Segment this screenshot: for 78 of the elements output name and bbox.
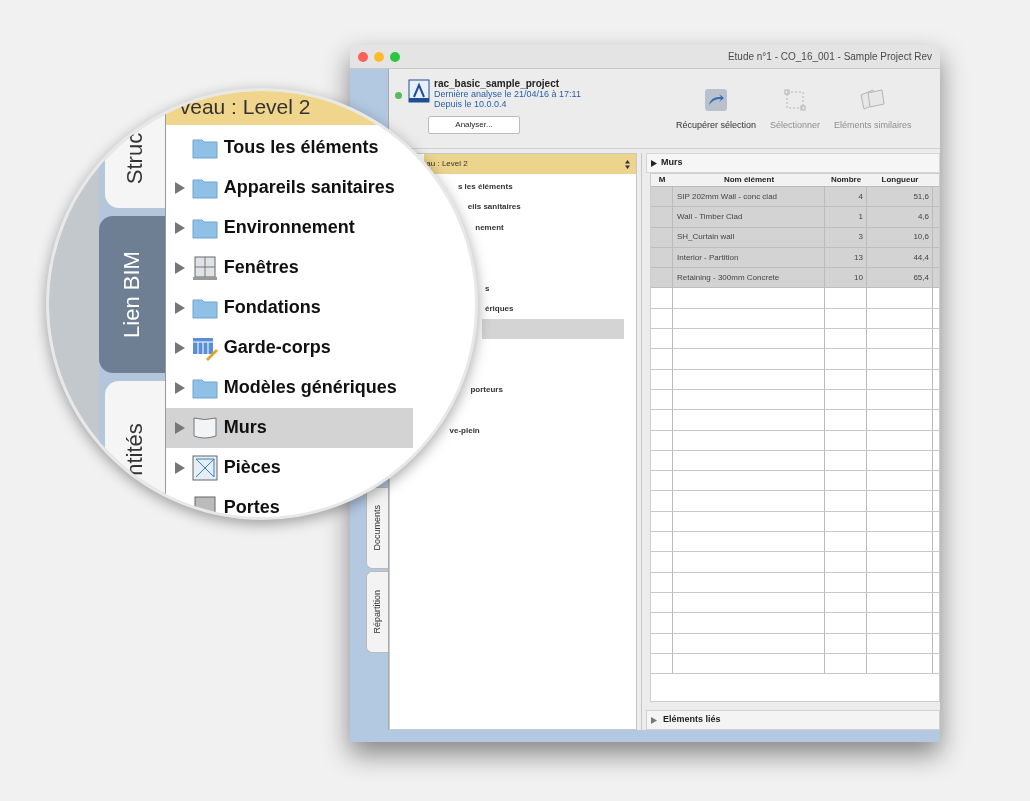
side-tab[interactable]: Documents [366,487,388,569]
tree-row[interactable] [482,319,624,340]
expand-triangle-icon [174,461,185,474]
document-icon [408,79,430,103]
folder-icon [191,136,218,159]
toolbar-button[interactable]: Récupérer sélection [676,87,757,133]
close-button[interactable] [358,51,368,62]
column-header[interactable]: M [651,174,673,186]
table-cell: Retaining - 300mm Concrete [673,268,825,288]
table-cell: 65,4 [867,268,933,288]
table-cell: 10 [825,268,867,288]
stacked-cards-icon [857,87,888,113]
window-title: Etude n°1 - CO_16_001 - Sample Project Rev [727,50,932,64]
expand-triangle-icon [174,341,185,354]
folder-icon [191,176,218,199]
expand-triangle-icon [174,301,185,314]
zoom-button[interactable] [390,51,400,62]
version-text: Depuis le 10.0.0.4 [434,99,508,109]
selection-box-icon [782,87,809,113]
window-icon [191,254,218,281]
column-header[interactable]: Nom élément [673,174,825,186]
triangle-icon [651,159,657,167]
tree-item[interactable]: Portes [165,487,333,517]
last-analysis-text: Dernière analyse le 21/04/16 à 17:11 [434,89,581,99]
tree-row[interactable]: s les éléments [455,177,624,198]
table-cell: 4 [825,187,867,207]
table-cell: SIP 202mm Wall - conc clad [673,187,825,207]
level-selector[interactable]: au : Level 2 [424,154,636,174]
tree-item[interactable]: Garde-corps [165,327,465,368]
tree-row[interactable]: ériques [482,298,624,320]
folder-icon [191,376,218,399]
table-cell: 10,6 [867,227,933,247]
side-tab[interactable]: Lien BIM [98,215,165,374]
tree-row[interactable]: s [482,278,624,299]
folder-icon [191,216,218,239]
tree-item[interactable]: Environnement [165,207,460,248]
column-header[interactable]: Nombre [825,174,867,186]
table-row[interactable]: SIP 202mm Wall - conc clad 4 51,6 [651,187,939,208]
expand-triangle-icon [174,381,185,394]
table-cell: Wall - Timber Clad [673,207,825,227]
linked-elements-header[interactable]: Eléments liés [646,710,940,730]
folder-icon [191,296,218,319]
tree-item[interactable]: Modèles génériques [165,367,446,408]
tree-row[interactable]: eils sanitaires [465,197,624,218]
tree-item[interactable]: Fondations [165,287,475,328]
table-cell: SH_Curtain wall [673,227,825,247]
tree-row[interactable]: ve-plein [447,420,624,441]
analyze-button[interactable]: Analyser... [428,116,520,134]
column-header[interactable]: Longueur [867,174,933,186]
expand-triangle-icon [174,261,185,274]
section-header[interactable]: Murs [646,153,940,173]
project-name: rac_basic_sample_project [434,79,561,89]
tree-item[interactable]: Fenêtres [165,247,473,288]
table-cell: 44,4 [867,247,933,268]
expand-triangle-icon [174,181,185,194]
tree-row[interactable]: nement [473,217,624,238]
table-cell: 1 [825,207,867,227]
tree-item[interactable]: Murs [165,407,414,448]
table-row[interactable]: Wall - Timber Clad 1 4,6 [651,207,939,228]
table-cell: 4,6 [867,207,933,227]
tree-item[interactable]: Pièces [165,447,357,488]
table-cell: Interior - Partition [673,247,825,268]
table-cell: 51,6 [867,187,933,207]
minimize-button[interactable] [374,51,384,62]
table-cell: 3 [825,227,867,247]
side-tab[interactable]: Répartition [366,571,388,653]
table-row[interactable]: Interior - Partition 13 44,4 [651,247,939,269]
room-icon [191,454,218,481]
stepper-icon [625,159,630,169]
expand-triangle-icon [174,221,185,234]
table-row[interactable]: SH_Curtain wall 3 10,6 [651,227,939,248]
tree-item[interactable]: Tous les éléments [165,127,400,168]
wall-icon [191,414,218,441]
triangle-icon [651,716,657,724]
expand-triangle-icon [174,421,185,434]
tree-row[interactable]: porteurs [468,379,624,401]
table-row[interactable]: Retaining - 300mm Concrete 10 65,4 [651,268,939,289]
table-cell: 13 [825,247,867,268]
